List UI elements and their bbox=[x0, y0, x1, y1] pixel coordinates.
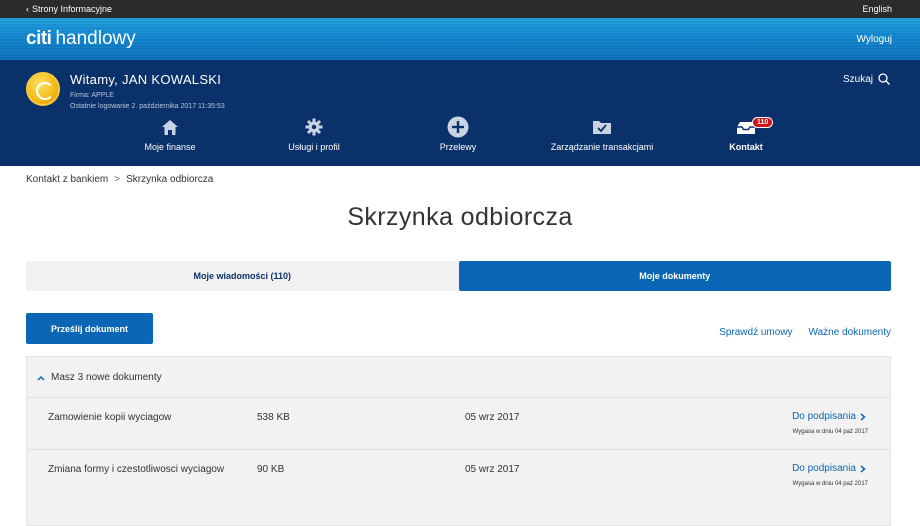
avatar bbox=[26, 72, 60, 106]
document-date: 05 wrz 2017 bbox=[465, 412, 520, 423]
sign-label: Do podpisania bbox=[792, 411, 856, 422]
search-label: Szukaj bbox=[842, 73, 873, 85]
chevron-right-icon bbox=[860, 412, 866, 421]
welcome-block: Witamy, JAN KOWALSKI Firma: APPLE Ostatn… bbox=[26, 72, 225, 112]
nav-item-moje-finanse[interactable]: Moje finanse bbox=[100, 116, 240, 152]
top-bar: ‹ Strony Informacyjne English bbox=[0, 0, 920, 18]
expiry-date: Wygasa w dniu 04 paź 2017 bbox=[792, 429, 868, 435]
back-link-label: Strony Informacyjne bbox=[32, 4, 113, 14]
document-links: Sprawdź umowy Ważne dokumenty bbox=[719, 327, 891, 338]
nav-item-uslugi-i-profil[interactable]: Usługi i profil bbox=[244, 116, 384, 152]
breadcrumb-parent[interactable]: Kontakt z bankiem bbox=[26, 174, 108, 185]
breadcrumb: Kontakt z bankiem > Skrzynka odbiorcza bbox=[26, 174, 213, 185]
company-name: Firma: APPLE bbox=[70, 92, 114, 99]
citi-handlowy-logo[interactable]: citi handlowy bbox=[26, 28, 136, 50]
nav-label: Usługi i profil bbox=[288, 142, 340, 152]
language-switch[interactable]: English bbox=[862, 4, 892, 14]
chevron-right-icon: > bbox=[114, 174, 121, 185]
sign-label: Do podpisania bbox=[792, 463, 856, 474]
search-button[interactable]: Szukaj bbox=[843, 73, 890, 85]
greeting: Witamy, JAN KOWALSKI bbox=[70, 72, 222, 87]
documents-panel: Masz 3 nowe dokumenty Zamowienie kopii w… bbox=[26, 356, 891, 526]
plus-circle-icon bbox=[447, 116, 469, 138]
nav-item-zarzadzanie-transakcjami[interactable]: Zarządzanie transakcjami bbox=[532, 116, 672, 152]
check-contracts-link[interactable]: Sprawdź umowy bbox=[719, 327, 792, 338]
chevron-left-icon: ‹ bbox=[26, 4, 29, 14]
table-row: Zmiana formy i czestotliwosci wyciagow 9… bbox=[27, 449, 890, 501]
notification-badge: 110 bbox=[752, 117, 774, 128]
nav-label: Kontakt bbox=[729, 142, 763, 152]
table-row: Zamowienie kopii wyciagow 538 KB 05 wrz … bbox=[27, 397, 890, 449]
logout-link[interactable]: Wyloguj bbox=[857, 34, 892, 45]
expiry-date: Wygasa w dniu 04 paź 2017 bbox=[792, 481, 868, 487]
tab-moje-wiadomosci[interactable]: Moje wiadomości (110) bbox=[26, 261, 459, 291]
nav-label: Zarządzanie transakcjami bbox=[550, 142, 654, 152]
document-date: 05 wrz 2017 bbox=[465, 464, 520, 475]
page-title: Skrzynka odbiorcza bbox=[347, 203, 573, 231]
main-nav: Moje finanse Usługi i profil Przelewy Za… bbox=[0, 116, 920, 158]
send-document-button[interactable]: Prześlij dokument bbox=[26, 313, 153, 344]
nav-item-przelewy[interactable]: Przelewy bbox=[388, 116, 528, 152]
document-size: 538 KB bbox=[257, 412, 290, 423]
sign-document-link[interactable]: Do podpisania bbox=[792, 411, 866, 422]
breadcrumb-current: Skrzynka odbiorcza bbox=[126, 174, 214, 185]
user-header: Witamy, JAN KOWALSKI Firma: APPLE Ostatn… bbox=[0, 60, 920, 166]
nav-label: Przelewy bbox=[439, 142, 477, 152]
documents-header: Masz 3 nowe dokumenty bbox=[51, 372, 162, 383]
gear-icon bbox=[305, 118, 323, 136]
folder-check-icon bbox=[593, 121, 611, 134]
logo-citi: citi bbox=[26, 28, 52, 49]
back-to-info-pages-link[interactable]: ‹ Strony Informacyjne bbox=[26, 4, 112, 14]
last-login: Ostatnie logowanie 2. października 2017 … bbox=[70, 103, 225, 110]
search-icon bbox=[878, 73, 890, 85]
nav-item-kontakt[interactable]: 110 Kontakt bbox=[676, 116, 816, 152]
brand-bar: citi handlowy Wyloguj bbox=[0, 18, 920, 60]
important-documents-link[interactable]: Ważne dokumenty bbox=[809, 327, 891, 338]
documents-section-toggle[interactable]: Masz 3 nowe dokumenty bbox=[27, 357, 890, 398]
chevron-right-icon bbox=[860, 464, 866, 473]
logo-handlowy: handlowy bbox=[55, 28, 136, 49]
document-name[interactable]: Zmiana formy i czestotliwosci wyciagow bbox=[48, 464, 224, 475]
tab-moje-dokumenty[interactable]: Moje dokumenty bbox=[458, 261, 891, 291]
chevron-up-icon bbox=[37, 375, 45, 381]
document-name[interactable]: Zamowienie kopii wyciagow bbox=[48, 412, 171, 423]
nav-label: Moje finanse bbox=[144, 142, 196, 152]
sign-document-link[interactable]: Do podpisania bbox=[792, 463, 866, 474]
tab-bar: Moje wiadomości (110) Moje dokumenty bbox=[26, 261, 891, 291]
document-size: 90 KB bbox=[257, 464, 285, 475]
home-icon bbox=[162, 119, 178, 135]
